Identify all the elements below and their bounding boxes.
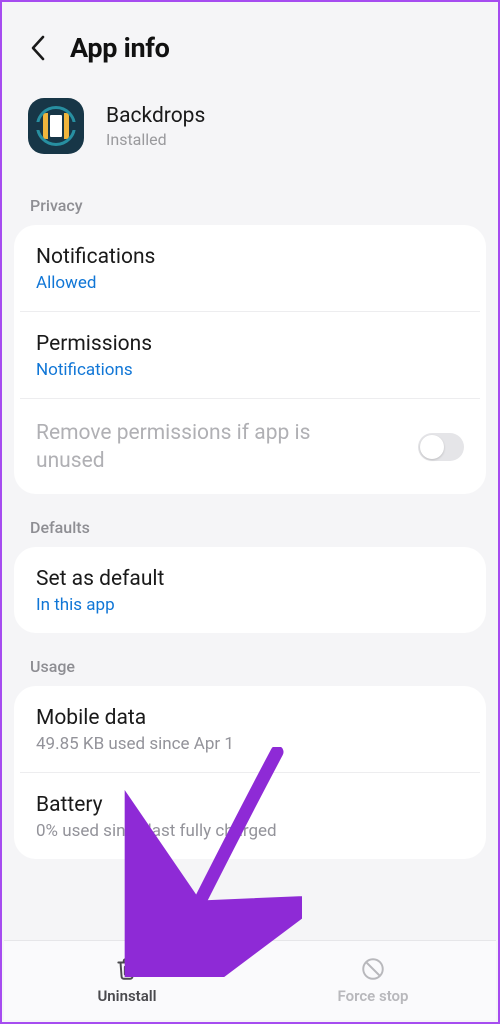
mobile-data-title: Mobile data: [36, 706, 464, 730]
privacy-card: Notifications Allowed Permissions Notifi…: [14, 225, 486, 494]
set-default-sub: In this app: [36, 595, 464, 615]
set-default-title: Set as default: [36, 567, 464, 591]
section-label-privacy: Privacy: [12, 178, 488, 225]
section-label-defaults: Defaults: [12, 500, 488, 547]
remove-permissions-toggle[interactable]: [418, 433, 464, 461]
remove-permissions-title: Remove permissions if app is unused: [36, 419, 356, 476]
permissions-title: Permissions: [36, 332, 464, 356]
uninstall-button[interactable]: Uninstall: [4, 941, 250, 1020]
remove-permissions-row[interactable]: Remove permissions if app is unused: [20, 398, 480, 494]
app-name: Backdrops: [106, 104, 205, 128]
trash-icon: [114, 956, 140, 982]
force-stop-button[interactable]: Force stop: [250, 941, 496, 1020]
mobile-data-row[interactable]: Mobile data 49.85 KB used since Apr 1: [14, 686, 486, 772]
battery-sub: 0% used since last fully charged: [36, 821, 464, 841]
mobile-data-sub: 49.85 KB used since Apr 1: [36, 734, 464, 754]
notifications-title: Notifications: [36, 245, 464, 269]
stop-icon: [360, 956, 386, 982]
notifications-row[interactable]: Notifications Allowed: [14, 225, 486, 311]
permissions-sub: Notifications: [36, 360, 464, 380]
back-button[interactable]: [24, 34, 52, 62]
chevron-left-icon: [30, 35, 46, 61]
usage-card: Mobile data 49.85 KB used since Apr 1 Ba…: [14, 686, 486, 859]
app-header: Backdrops Installed: [12, 86, 488, 178]
app-status: Installed: [106, 130, 205, 149]
permissions-row[interactable]: Permissions Notifications: [20, 311, 480, 398]
uninstall-label: Uninstall: [97, 987, 156, 1005]
battery-row[interactable]: Battery 0% used since last fully charged: [20, 772, 480, 859]
notifications-sub: Allowed: [36, 273, 464, 293]
app-icon: [28, 98, 84, 154]
section-label-usage: Usage: [12, 639, 488, 686]
defaults-card: Set as default In this app: [14, 547, 486, 633]
battery-title: Battery: [36, 793, 464, 817]
bottom-bar: Uninstall Force stop: [4, 940, 496, 1020]
set-default-row[interactable]: Set as default In this app: [14, 547, 486, 633]
toggle-knob: [420, 435, 444, 459]
page-title: App info: [70, 32, 170, 64]
force-stop-label: Force stop: [338, 987, 409, 1005]
